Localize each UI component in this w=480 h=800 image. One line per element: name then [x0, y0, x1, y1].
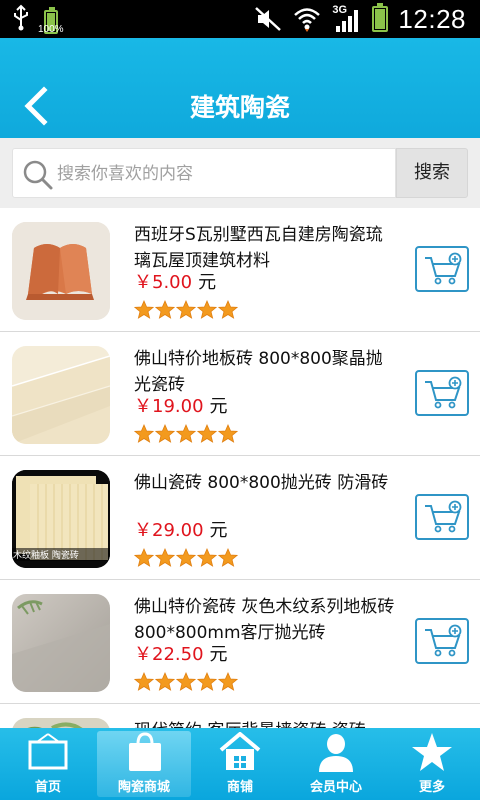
- product-name: 西班牙S瓦别墅西瓦自建房陶瓷琉璃瓦屋顶建筑材料: [134, 225, 383, 271]
- product-item[interactable]: 佛山特价瓷砖 灰色木纹系列地板砖 800*800mm客厅抛光砖 ￥22.50 元: [0, 580, 480, 704]
- home-frame-icon: [28, 733, 68, 770]
- cart-add-icon: [425, 252, 462, 285]
- nav-label: 会员中心: [309, 780, 362, 795]
- nav-item-member-center[interactable]: 会员中心: [288, 728, 384, 800]
- star-icon: [197, 548, 217, 567]
- cart-add-icon: [425, 624, 462, 657]
- bottom-nav: 首页 陶瓷商城 商铺 会员中心 更多: [0, 728, 480, 800]
- search-bar: 搜索: [0, 138, 480, 208]
- add-to-cart-button[interactable]: [415, 494, 469, 540]
- star-icon: [218, 300, 238, 319]
- star-icon: [176, 672, 196, 691]
- search-icon: [23, 160, 53, 190]
- star-icon: [155, 424, 175, 443]
- product-thumbnail: [12, 594, 110, 692]
- product-price: ￥22.50: [134, 644, 204, 665]
- star-icon: [155, 300, 175, 319]
- rating-stars: [134, 548, 238, 568]
- star-icon: [412, 733, 452, 771]
- star-icon: [134, 672, 154, 691]
- price-row: ￥29.00 元: [134, 520, 228, 542]
- usb-icon: [14, 4, 28, 31]
- mute-icon: [255, 7, 282, 31]
- rating-stars: [134, 672, 238, 692]
- shop-house-icon: [219, 732, 261, 770]
- product-item[interactable]: 佛山特价地板砖 800*800聚晶抛光瓷砖 ￥19.00 元: [0, 332, 480, 456]
- user-icon: [319, 734, 353, 772]
- star-icon: [197, 672, 217, 691]
- star-icon: [134, 548, 154, 567]
- search-field[interactable]: [12, 148, 396, 198]
- product-thumbnail: 木纹釉板 陶瓷砖: [12, 470, 110, 568]
- page-title: 建筑陶瓷: [189, 93, 290, 122]
- product-price: ￥19.00: [134, 396, 204, 417]
- product-item[interactable]: 现代简约 客厅背景墙瓷砖 瓷砖: [0, 704, 480, 728]
- product-name: 佛山特价地板砖 800*800聚晶抛光瓷砖: [134, 349, 383, 395]
- rating-stars: [134, 300, 238, 320]
- price-row: ￥22.50 元: [134, 644, 228, 666]
- star-icon: [155, 672, 175, 691]
- nav-item-more[interactable]: 更多: [384, 728, 480, 800]
- add-to-cart-button[interactable]: [415, 618, 469, 664]
- price-unit: 元: [209, 644, 228, 665]
- star-icon: [197, 300, 217, 319]
- product-thumbnail: [12, 718, 110, 728]
- product-name: 佛山瓷砖 800*800抛光砖 防滑砖: [134, 473, 389, 493]
- price-row: ￥5.00 元: [134, 272, 216, 294]
- add-to-cart-button[interactable]: [415, 246, 469, 292]
- price-row: ￥19.00 元: [134, 396, 228, 418]
- nav-item-home[interactable]: 首页: [0, 728, 96, 800]
- nav-label: 更多: [418, 780, 445, 795]
- star-icon: [155, 548, 175, 567]
- add-to-cart-button[interactable]: [415, 370, 469, 416]
- nav-item-shops[interactable]: 商铺: [192, 728, 288, 800]
- price-unit: 元: [209, 396, 228, 417]
- product-item[interactable]: 木纹釉板 陶瓷砖 佛山瓷砖 800*800抛光砖 防滑砖 ￥29.00 元: [0, 456, 480, 580]
- thumbnail-caption: 木纹釉板 陶瓷砖: [12, 548, 110, 561]
- star-icon: [176, 548, 196, 567]
- nav-label: 陶瓷商城: [117, 780, 170, 795]
- star-icon: [218, 672, 238, 691]
- star-icon: [134, 300, 154, 319]
- product-name: 现代简约 客厅背景墙瓷砖 瓷砖: [134, 718, 398, 728]
- clock: 12:28: [398, 3, 466, 34]
- search-button[interactable]: 搜索: [396, 148, 468, 198]
- star-icon: [218, 424, 238, 443]
- signal-3g-icon: 3G: [332, 4, 362, 34]
- price-unit: 元: [198, 272, 217, 293]
- battery-percentage: 100%: [38, 24, 64, 35]
- star-icon: [134, 424, 154, 443]
- star-icon: [176, 300, 196, 319]
- battery-icon: [372, 3, 389, 32]
- product-list: 西班牙S瓦别墅西瓦自建房陶瓷琉璃瓦屋顶建筑材料 ￥5.00 元 佛山特价地板砖 …: [0, 208, 480, 728]
- status-bar: 100% 3G 12:28: [0, 0, 480, 38]
- cart-add-icon: [425, 376, 462, 409]
- nav-label: 首页: [34, 780, 61, 795]
- product-name: 佛山特价瓷砖 灰色木纹系列地板砖 800*800mm客厅抛光砖: [134, 597, 395, 643]
- search-input[interactable]: [57, 159, 387, 189]
- rating-stars: [134, 424, 238, 444]
- product-price: ￥29.00: [134, 520, 204, 541]
- price-unit: 元: [209, 520, 228, 541]
- product-thumbnail: [12, 346, 110, 444]
- product-thumbnail: [12, 222, 110, 320]
- nav-item-ceramics-mall[interactable]: 陶瓷商城: [97, 731, 191, 797]
- product-item[interactable]: 西班牙S瓦别墅西瓦自建房陶瓷琉璃瓦屋顶建筑材料 ￥5.00 元: [0, 208, 480, 332]
- cart-add-icon: [425, 500, 462, 533]
- star-icon: [176, 424, 196, 443]
- star-icon: [218, 548, 238, 567]
- product-price: ￥5.00: [134, 272, 193, 293]
- wifi-icon: [294, 8, 321, 32]
- nav-label: 商铺: [226, 780, 253, 795]
- star-icon: [197, 424, 217, 443]
- app-header: 建筑陶瓷: [0, 38, 480, 138]
- shopping-bag-icon: [129, 732, 161, 771]
